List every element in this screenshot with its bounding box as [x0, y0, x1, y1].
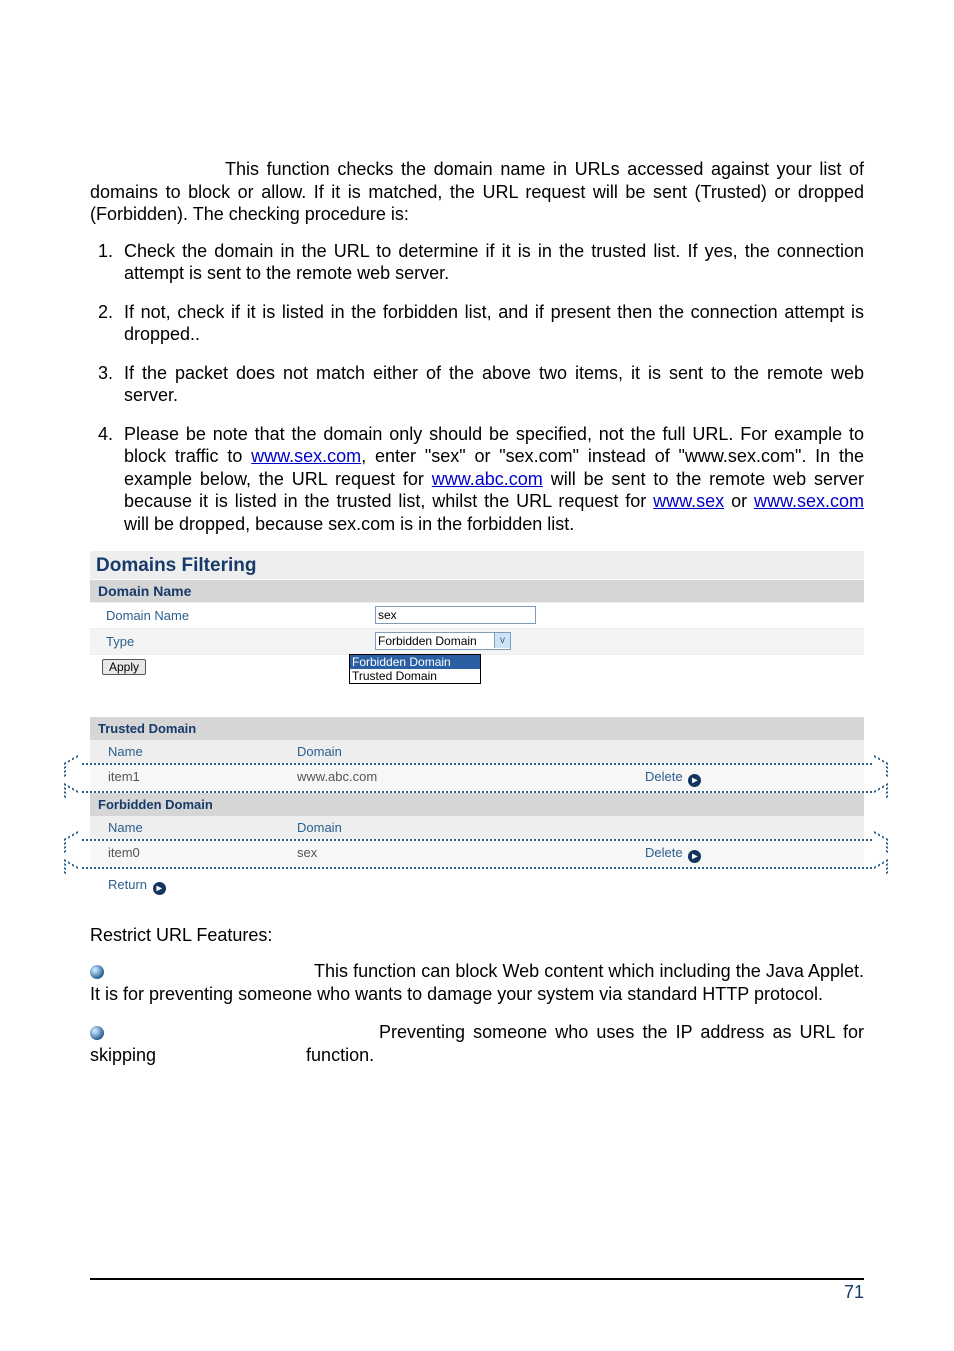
- row-domain-name: Domain Name: [90, 602, 864, 628]
- restrict-block-1: This function can block Web content whic…: [90, 960, 864, 1005]
- arrow-icon: ▸: [688, 774, 701, 787]
- col-domain: Domain: [293, 740, 641, 763]
- forbidden-item-name: item0: [90, 841, 293, 867]
- option-forbidden-domain[interactable]: Forbidden Domain: [350, 655, 480, 669]
- return-button[interactable]: Return ▸: [108, 877, 166, 892]
- type-select[interactable]: Forbidden Domain v: [375, 632, 511, 650]
- list-item: If not, check if it is listed in the for…: [118, 301, 864, 346]
- trusted-item-domain: www.abc.com: [293, 765, 641, 791]
- label-domain-name: Domain Name: [90, 603, 371, 628]
- link-sex[interactable]: www.sex: [653, 491, 724, 511]
- panel-section-domain-name: Domain Name: [90, 580, 864, 602]
- delete-forbidden-button[interactable]: Delete ▸: [645, 845, 701, 860]
- apply-button[interactable]: Apply: [102, 659, 146, 675]
- intro-paragraph: This function checks the domain name in …: [90, 158, 864, 226]
- list-item: If the packet does not match either of t…: [118, 362, 864, 407]
- domain-name-input[interactable]: [375, 606, 536, 624]
- arrow-icon: ▸: [153, 882, 166, 895]
- restrict-heading: Restrict URL Features:: [90, 925, 864, 946]
- panel-title: Domains Filtering: [90, 551, 864, 580]
- row-type: Type Forbidden Domain v: [90, 628, 864, 654]
- bullet-icon: [90, 1026, 104, 1040]
- restrict-block-2: Preventing someone who uses the IP addre…: [90, 1021, 864, 1066]
- bullet-icon: [90, 965, 104, 979]
- row-apply-dropdown: Apply Forbidden Domain Trusted Domain: [90, 654, 864, 687]
- page-number: 71: [844, 1282, 864, 1302]
- link-abc-com[interactable]: www.abc.com: [432, 469, 543, 489]
- procedure-list: Check the domain in the URL to determine…: [90, 240, 864, 536]
- table-row: item0 sex Delete ▸: [90, 841, 864, 867]
- option-trusted-domain[interactable]: Trusted Domain: [350, 669, 480, 683]
- forbidden-domain-header: Forbidden Domain: [90, 793, 864, 816]
- domain-table: Trusted Domain Name Domain item1 www.abc…: [90, 717, 864, 903]
- page-footer: 71: [90, 1278, 864, 1303]
- col-name: Name: [90, 816, 293, 839]
- arrow-icon: ▸: [688, 850, 701, 863]
- list-item: Please be note that the domain only shou…: [118, 423, 864, 536]
- col-domain: Domain: [293, 816, 641, 839]
- domains-filtering-panel: Domains Filtering Domain Name Domain Nam…: [90, 551, 864, 687]
- link-sex-com[interactable]: www.sex.com: [251, 446, 361, 466]
- trusted-domain-header: Trusted Domain: [90, 717, 864, 740]
- forbidden-item-domain: sex: [293, 841, 641, 867]
- table-row: item1 www.abc.com Delete ▸: [90, 765, 864, 791]
- label-type: Type: [90, 629, 371, 654]
- link-sex-com-2[interactable]: www.sex.com: [754, 491, 864, 511]
- delete-trusted-button[interactable]: Delete ▸: [645, 769, 701, 784]
- list-item: Check the domain in the URL to determine…: [118, 240, 864, 285]
- col-name: Name: [90, 740, 293, 763]
- trusted-item-name: item1: [90, 765, 293, 791]
- chevron-down-icon: v: [494, 633, 510, 648]
- type-dropdown-list[interactable]: Forbidden Domain Trusted Domain: [349, 654, 481, 684]
